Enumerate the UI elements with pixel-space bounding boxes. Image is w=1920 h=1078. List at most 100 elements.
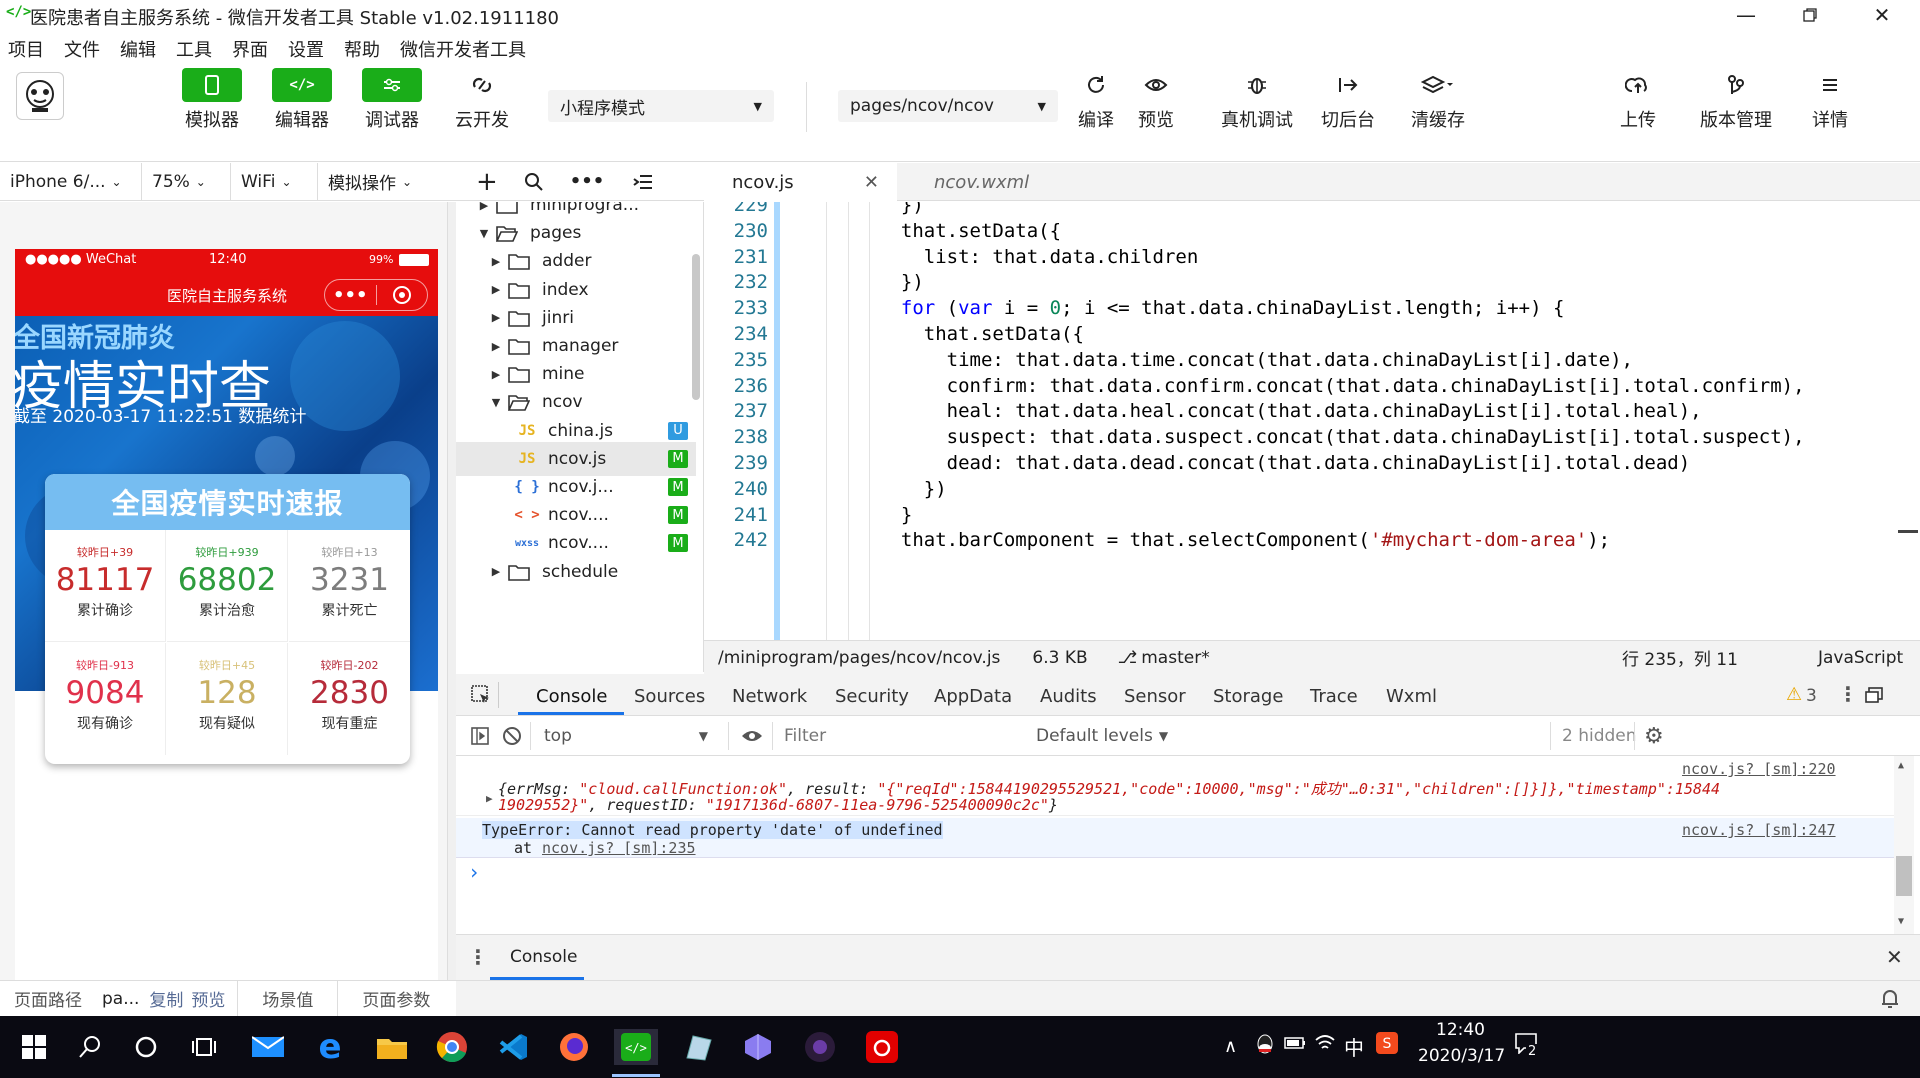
kebab-menu-icon[interactable]: ⋮	[1838, 682, 1858, 706]
tree-scrollbar[interactable]	[692, 254, 700, 400]
tab-console[interactable]: Console	[536, 686, 607, 707]
stack-link[interactable]: ncov.js? [sm]:235	[542, 839, 696, 857]
code-line[interactable]: dead: that.data.dead.concat(that.data.ch…	[878, 452, 1691, 474]
media-app-icon[interactable]	[802, 1029, 838, 1065]
caret-right-icon[interactable]: ▶	[490, 340, 502, 353]
console-scrollbar[interactable]: ▲ ▼	[1894, 756, 1914, 934]
notebook-app-icon[interactable]	[680, 1029, 716, 1065]
caret-right-icon[interactable]: ▶	[490, 255, 502, 268]
code-line[interactable]: })	[878, 202, 924, 216]
menu-help[interactable]: 帮助	[342, 36, 382, 62]
sogou-tray-icon[interactable]: S	[1376, 1032, 1398, 1054]
windows-start-icon[interactable]	[16, 1029, 52, 1065]
netease-music-icon[interactable]	[864, 1029, 900, 1065]
inspect-element-icon[interactable]	[470, 684, 492, 706]
scene-value-button[interactable]: 场景值	[262, 986, 313, 1011]
version-button[interactable]: 版本管理	[1700, 68, 1772, 132]
code-line[interactable]: heal: that.data.heal.concat(that.data.ch…	[878, 400, 1702, 422]
tab-sources[interactable]: Sources	[634, 686, 705, 707]
eye-icon[interactable]	[740, 728, 764, 744]
file-explorer-icon[interactable]	[374, 1029, 410, 1065]
clear-cache-button[interactable]: 清缓存	[1408, 68, 1468, 132]
cube-app-icon[interactable]	[740, 1029, 776, 1065]
log-object-line2[interactable]: 19029552}", requestID: "1917136d-6807-11…	[498, 796, 1058, 814]
console-filter-input[interactable]	[778, 720, 1026, 752]
tab-ncov-wxml[interactable]: ncov.wxml	[898, 163, 1098, 201]
code-line[interactable]: list: that.data.children	[878, 246, 1199, 268]
zoom-select[interactable]: 75% ⌄	[142, 162, 231, 201]
page-params-button[interactable]: 页面参数	[362, 986, 430, 1011]
wifi-tray-icon[interactable]	[1314, 1032, 1336, 1052]
code-line[interactable]: that.setData({	[878, 323, 1084, 345]
code-editor[interactable]: 229 }) 230 that.setData({231 list: that.d…	[704, 202, 1920, 640]
tab-wxml[interactable]: Wxml	[1386, 686, 1437, 707]
cloud-dev-button[interactable]: 云开发	[452, 68, 512, 132]
tree-item[interactable]: ▶ schedule	[456, 555, 696, 589]
vscode-icon[interactable]	[496, 1029, 532, 1065]
tab-storage[interactable]: Storage	[1213, 686, 1283, 707]
sim-scrollbar[interactable]	[448, 202, 456, 980]
close-tab-icon[interactable]: ✕	[864, 172, 879, 193]
editor-button[interactable]: </> 编辑器	[272, 68, 332, 132]
tab-ncov-js[interactable]: ncov.js ✕	[704, 163, 897, 201]
page-select[interactable]: pages/ncov/ncov ▼	[838, 90, 1058, 122]
undock-icon[interactable]	[1864, 686, 1884, 704]
code-line[interactable]: suspect: that.data.suspect.concat(that.d…	[878, 426, 1805, 448]
language-mode[interactable]: JavaScript	[1818, 648, 1903, 668]
caret-right-icon[interactable]: ▶	[490, 565, 502, 578]
log-source-link[interactable]: ncov.js? [sm]:220	[1682, 760, 1836, 778]
capsule-menu[interactable]: •••	[324, 279, 428, 311]
collapse-icon[interactable]	[632, 174, 654, 190]
search-icon[interactable]	[72, 1029, 108, 1065]
caret-right-icon[interactable]: ▶	[478, 202, 490, 212]
close-drawer-icon[interactable]: ✕	[1886, 945, 1903, 969]
menu-view[interactable]: 界面	[230, 36, 270, 62]
menu-project[interactable]: 项目	[6, 36, 46, 62]
background-button[interactable]: 切后台	[1318, 68, 1378, 132]
chrome-icon[interactable]	[434, 1029, 470, 1065]
menu-devtools[interactable]: 微信开发者工具	[398, 36, 528, 62]
warning-icon[interactable]: ⚠	[1786, 684, 1802, 705]
device-select[interactable]: iPhone 6/... ⌄	[0, 162, 142, 201]
network-select[interactable]: WiFi ⌄	[231, 162, 318, 201]
preview-button[interactable]: 预览	[1126, 68, 1186, 132]
tab-network[interactable]: Network	[732, 686, 807, 707]
clear-console-icon[interactable]	[502, 726, 522, 746]
warning-count[interactable]: 3	[1806, 686, 1817, 706]
edge-browser-icon[interactable]: e	[312, 1027, 348, 1067]
tab-security[interactable]: Security	[835, 686, 909, 707]
settings-gear-icon[interactable]: ⚙	[1644, 724, 1664, 749]
code-line[interactable]: for (var i = 0; i <= that.data.chinaDayL…	[878, 297, 1565, 319]
firefox-icon[interactable]	[556, 1029, 592, 1065]
tray-expand-icon[interactable]: ∧	[1224, 1036, 1237, 1057]
tab-appdata[interactable]: AppData	[934, 686, 1012, 707]
user-avatar[interactable]	[16, 72, 64, 120]
close-target-icon[interactable]	[376, 285, 427, 305]
error-source-link[interactable]: ncov.js? [sm]:247	[1682, 821, 1836, 839]
qq-tray-icon[interactable]	[1256, 1034, 1274, 1056]
drawer-tab-console[interactable]: Console	[510, 947, 578, 967]
maximize-button[interactable]	[1780, 0, 1840, 30]
compile-button[interactable]: 编译	[1066, 68, 1126, 132]
scroll-down-icon[interactable]: ▼	[1898, 916, 1904, 927]
code-line[interactable]: time: that.data.time.concat(that.data.ch…	[878, 349, 1633, 371]
menu-file[interactable]: 文件	[62, 36, 102, 62]
bell-icon[interactable]	[1880, 987, 1900, 1011]
sidebar-toggle-icon[interactable]	[470, 726, 490, 746]
minimize-button[interactable]: —	[1716, 0, 1776, 30]
task-view-icon[interactable]	[186, 1029, 222, 1065]
tab-trace[interactable]: Trace	[1310, 686, 1358, 707]
scroll-up-icon[interactable]: ▲	[1898, 760, 1904, 771]
clock-time[interactable]: 12:40	[1436, 1020, 1485, 1040]
caret-right-icon[interactable]: ▶	[490, 311, 502, 324]
wechat-devtools-icon[interactable]: </>	[614, 1029, 658, 1065]
caret-right-icon[interactable]: ▶	[490, 368, 502, 381]
more-dots-icon[interactable]: •••	[325, 285, 376, 306]
code-line[interactable]: })	[878, 271, 924, 293]
add-file-icon[interactable]: +	[476, 167, 498, 197]
code-line[interactable]: that.setData({	[878, 220, 1061, 242]
mode-select[interactable]: 小程序模式 ▼	[548, 90, 774, 122]
tab-audits[interactable]: Audits	[1040, 686, 1097, 707]
caret-down-icon[interactable]: ▼	[490, 396, 502, 409]
menu-edit[interactable]: 编辑	[118, 36, 158, 62]
